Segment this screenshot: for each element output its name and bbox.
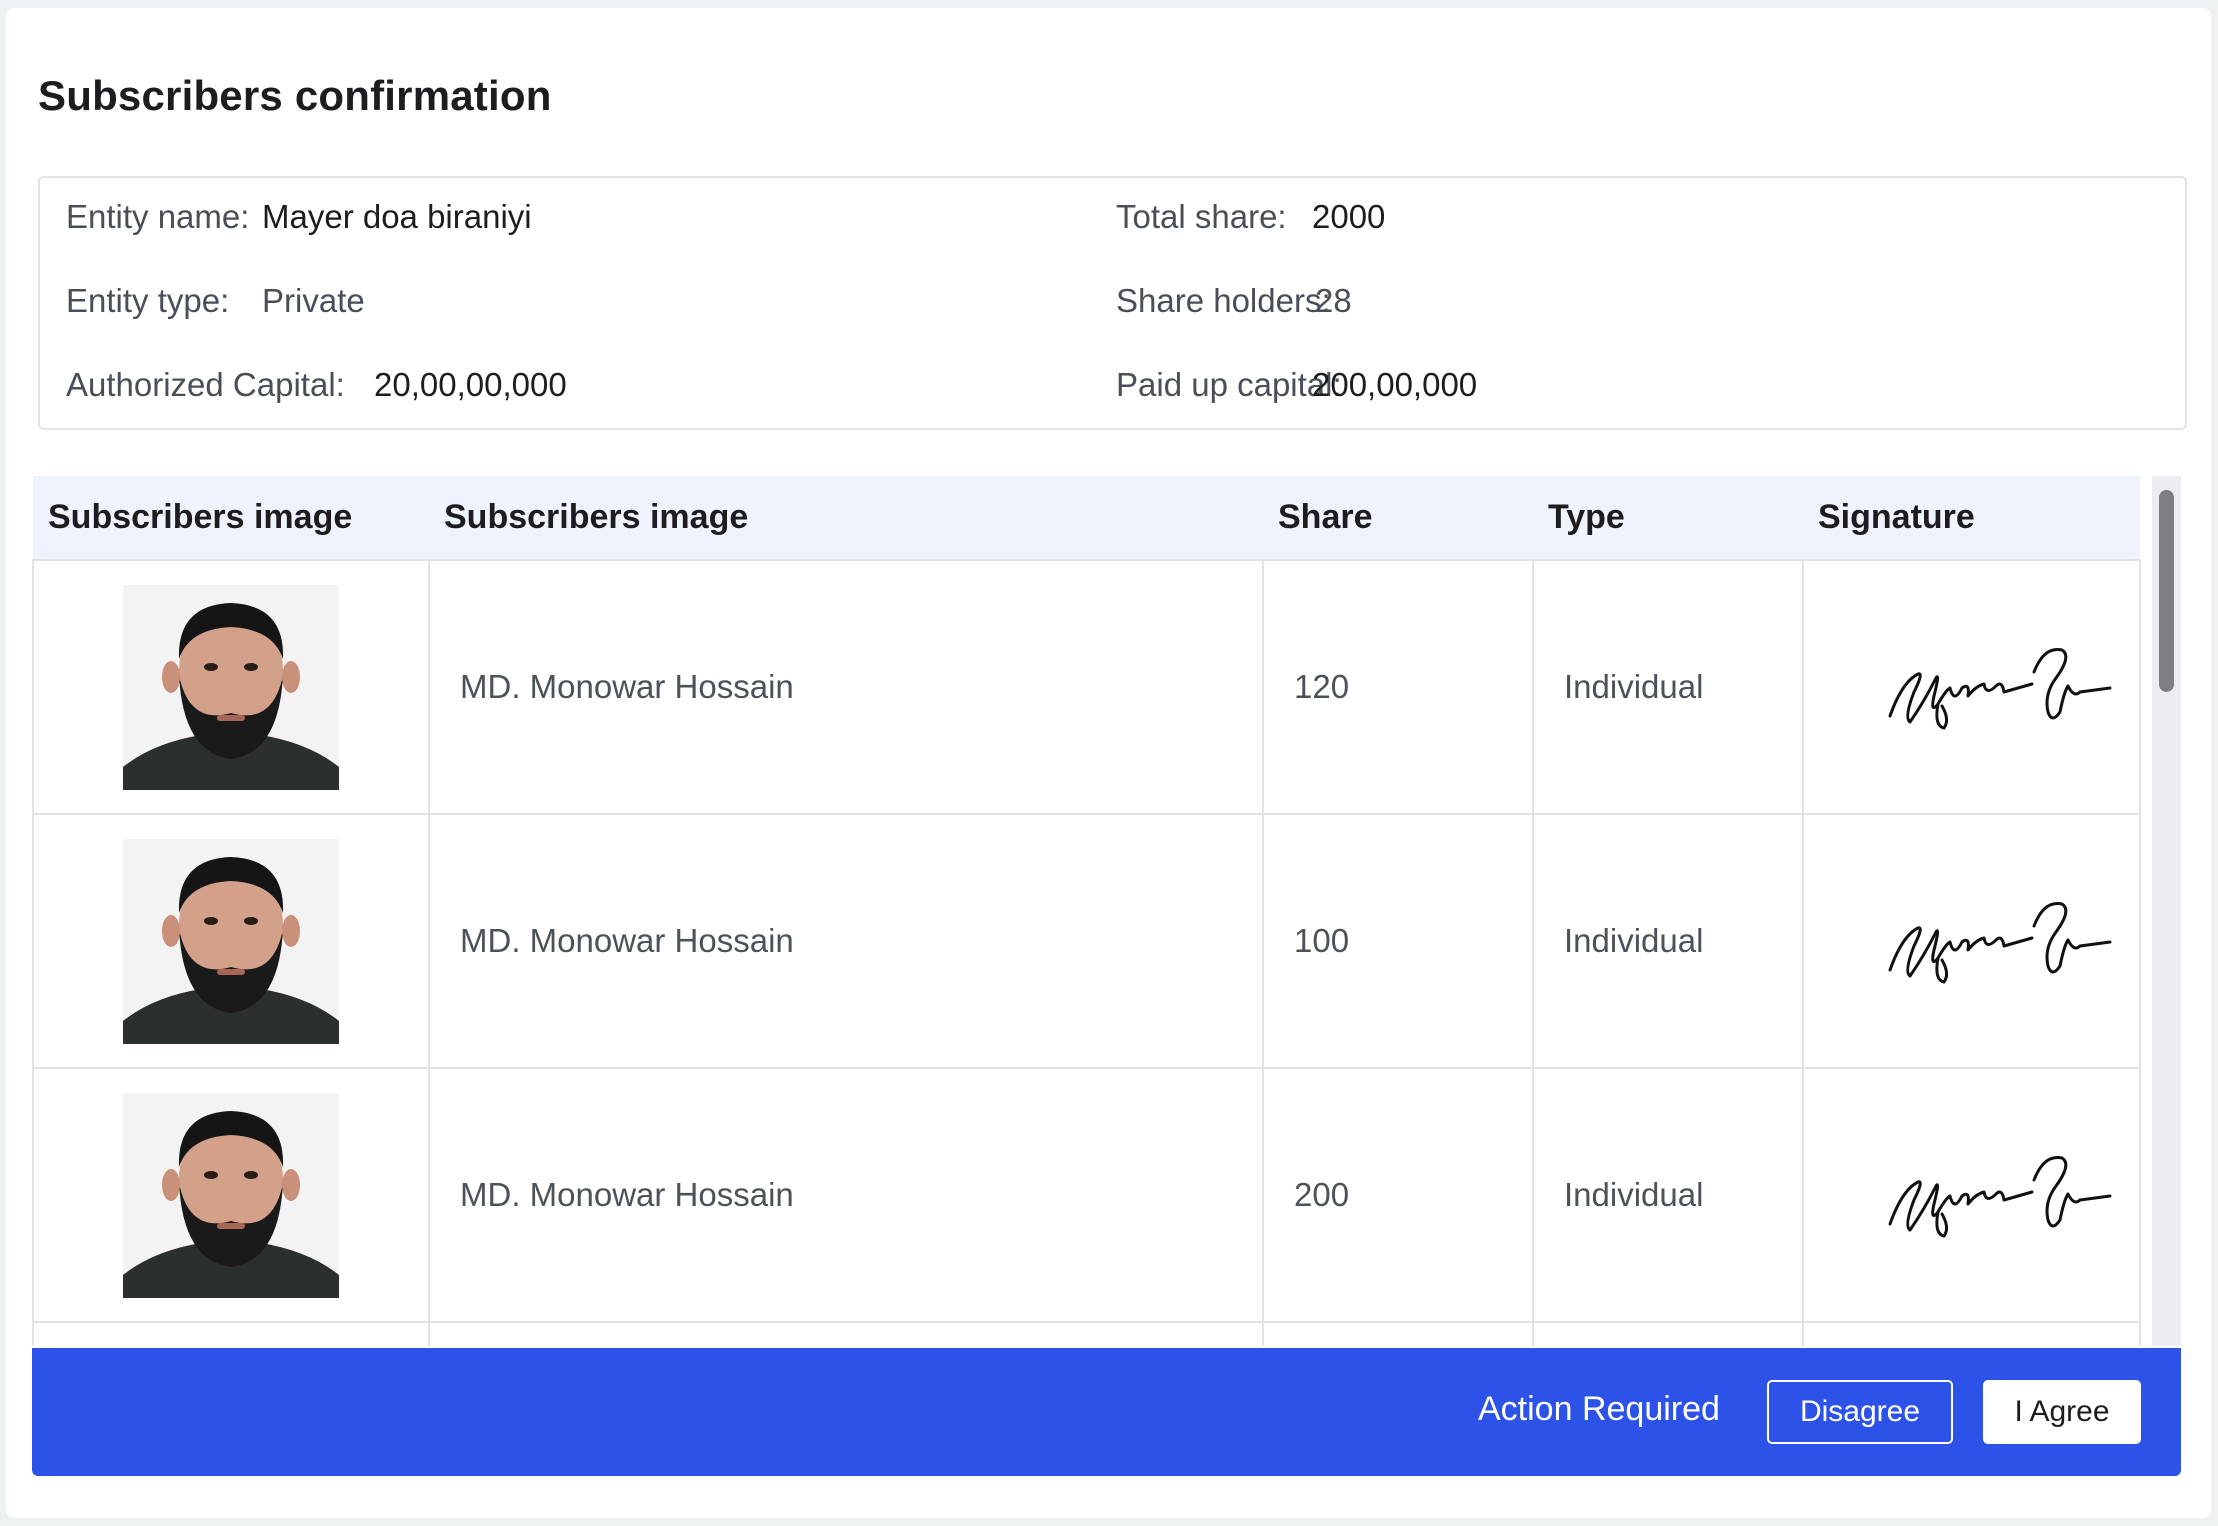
subscriber-type: Individual xyxy=(1532,1067,1804,1323)
subscriber-share: 100 xyxy=(1262,813,1534,1069)
person-photo-icon xyxy=(123,1093,339,1298)
subscriber-signature-cell xyxy=(1802,560,2141,815)
subscriber-share: 120 xyxy=(1262,560,1534,815)
authorized-capital-label: Authorized Capital: xyxy=(66,366,345,403)
authorized-capital-value: 20,00,00,000 xyxy=(374,366,567,403)
entity-type-value: Private xyxy=(262,282,365,319)
subscriber-name: MD. Monowar Hossain xyxy=(428,813,1264,1069)
signature-icon xyxy=(1884,642,2114,732)
entity-info-panel: Entity name: Mayer doa biraniyi Entity t… xyxy=(38,176,2187,430)
entity-name-label: Entity name: xyxy=(66,198,250,235)
table-row: MD. Monowar Hossain 120 Individual xyxy=(32,560,2141,815)
signature-icon xyxy=(1884,1150,2114,1240)
column-header-name: Subscribers image xyxy=(429,476,1263,561)
agree-button[interactable]: I Agree xyxy=(1983,1380,2141,1444)
subscriber-name: MD. Monowar Hossain xyxy=(428,560,1264,815)
subscriber-type: Individual xyxy=(1532,560,1804,815)
subscriber-share xyxy=(1262,1321,1534,1346)
column-header-share: Share xyxy=(1263,476,1533,561)
action-required-text: Action Required xyxy=(1478,1390,1720,1428)
subscriber-photo-cell xyxy=(32,560,430,815)
paid-up-capital-value: 200,00,000 xyxy=(1312,366,1478,403)
subscribers-table-container[interactable]: Subscribers image Subscribers image Shar… xyxy=(32,476,2181,1346)
subscribers-table: Subscribers image Subscribers image Shar… xyxy=(32,476,2141,1346)
column-header-signature: Signature xyxy=(1803,476,2140,561)
subscriber-type: Individual xyxy=(1532,813,1804,1069)
subscriber-name: MD. Monowar Hossain xyxy=(428,1067,1264,1323)
disagree-button[interactable]: Disagree xyxy=(1767,1380,1953,1444)
subscriber-signature-cell xyxy=(1802,1321,2141,1346)
subscriber-share: 200 xyxy=(1262,1067,1534,1323)
table-row: MD. Monowar Hossain 200 Individual xyxy=(32,1067,2141,1323)
subscriber-name xyxy=(428,1321,1264,1346)
table-header-row: Subscribers image Subscribers image Shar… xyxy=(33,476,2140,561)
entity-name-value: Mayer doa biraniyi xyxy=(262,198,532,235)
total-share-label: Total share: xyxy=(1116,198,1287,235)
column-header-image: Subscribers image xyxy=(33,476,429,561)
entity-type-label: Entity type: xyxy=(66,282,230,319)
subscriber-type xyxy=(1532,1321,1804,1346)
person-photo-icon xyxy=(123,839,339,1044)
share-holders-label: Share holders: xyxy=(1116,282,1331,319)
person-photo-icon xyxy=(123,585,339,790)
signature-icon xyxy=(1884,896,2114,986)
subscriber-signature-cell xyxy=(1802,1067,2141,1323)
subscriber-photo-cell xyxy=(32,1321,430,1346)
subscriber-signature-cell xyxy=(1802,813,2141,1069)
total-share-value: 2000 xyxy=(1312,198,1386,235)
subscriber-photo-cell xyxy=(32,813,430,1069)
action-bar: Action Required Disagree I Agree xyxy=(32,1348,2181,1476)
table-row xyxy=(32,1321,2141,1346)
table-scrollbar-thumb[interactable] xyxy=(2159,490,2174,692)
column-header-type: Type xyxy=(1533,476,1803,561)
share-holders-value: 28 xyxy=(1315,282,1352,319)
subscriber-photo-cell xyxy=(32,1067,430,1323)
table-row: MD. Monowar Hossain 100 Individual xyxy=(32,813,2141,1069)
page-title: Subscribers confirmation xyxy=(38,72,552,119)
paid-up-capital-label: Paid up capital: xyxy=(1116,366,1342,403)
